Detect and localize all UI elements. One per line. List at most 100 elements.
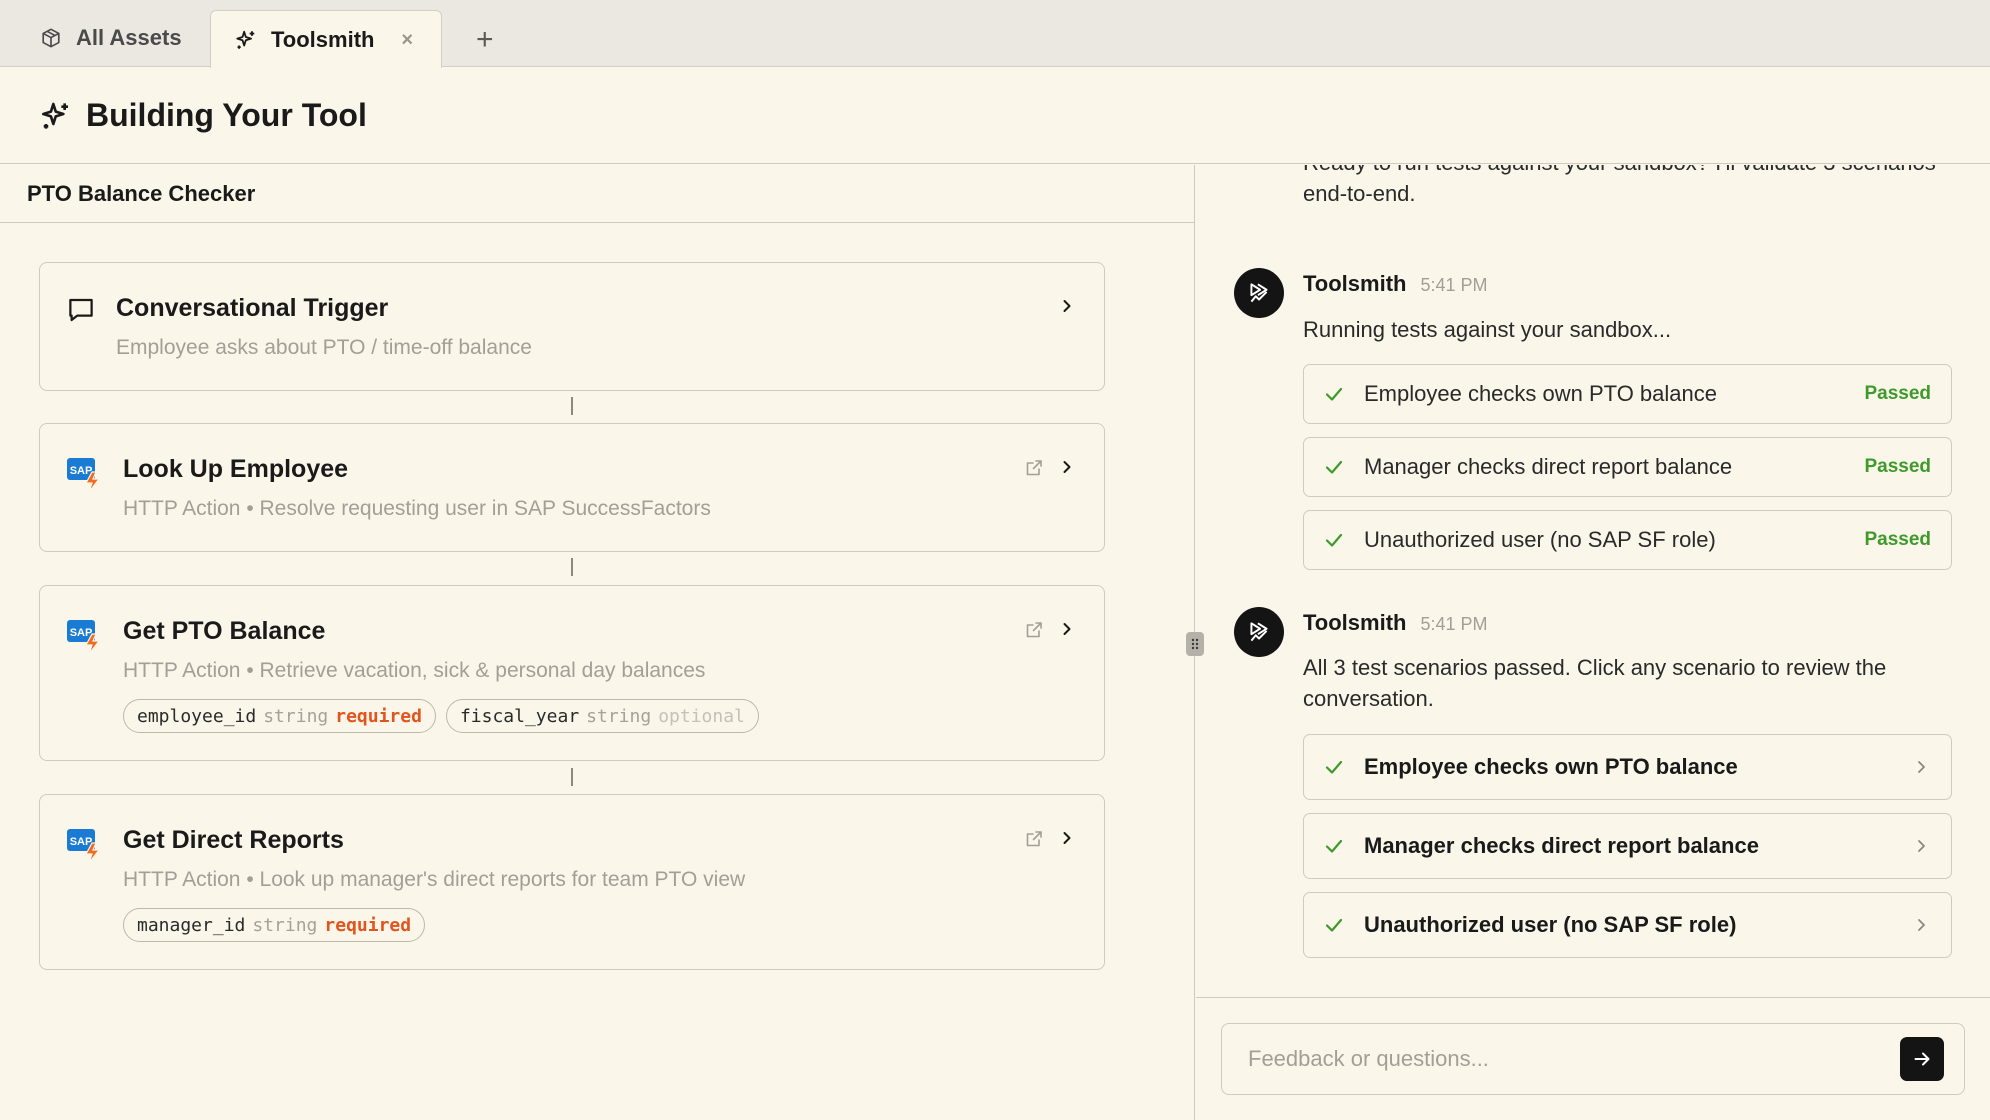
cube-icon <box>40 27 62 49</box>
message-text: Running tests against your sandbox... <box>1303 317 1672 342</box>
step-card-get-direct-reports[interactable]: SAP Get Direct Reports HTTP Action • Loo… <box>39 794 1105 970</box>
chevron-right-icon[interactable] <box>1060 299 1074 313</box>
param-chip[interactable]: manager_id string required <box>123 908 426 942</box>
param-name: employee_id <box>137 705 257 727</box>
message-header: Toolsmith 5:41 PM <box>1303 610 1488 636</box>
sparkle-icon <box>235 29 257 51</box>
toolsmith-avatar <box>1234 268 1284 318</box>
toolsmith-logo-icon <box>1250 622 1268 642</box>
chevron-right-icon <box>1915 918 1927 932</box>
step-connector <box>571 768 573 786</box>
step-subtitle: HTTP Action • Retrieve vacation, sick & … <box>123 659 706 682</box>
param-list: employee_id string required fiscal_year … <box>123 699 759 733</box>
step-card-look-up-employee[interactable]: SAP Look Up Employee HTTP Action • Resol… <box>39 423 1105 552</box>
chevron-right-icon <box>1915 760 1927 774</box>
step-subtitle: HTTP Action • Resolve requesting user in… <box>123 497 711 520</box>
workflow-name: PTO Balance Checker <box>0 165 1194 223</box>
test-result-row: Unauthorized user (no SAP SF role) Passe… <box>1303 510 1952 570</box>
arrow-right-icon <box>1914 1052 1930 1066</box>
param-list: manager_id string required <box>123 908 426 942</box>
scenario-label: Employee checks own PTO balance <box>1364 754 1738 779</box>
tab-toolsmith-label: Toolsmith <box>271 26 375 52</box>
svg-text:SAP: SAP <box>70 465 93 477</box>
previous-message-text: Ready to run tests against your sandbox?… <box>1303 165 1936 206</box>
param-type: string <box>252 914 318 936</box>
send-button[interactable] <box>1900 1037 1944 1081</box>
step-card-get-pto-balance[interactable]: SAP Get PTO Balance HTTP Action • Retrie… <box>39 585 1105 761</box>
chat-input-area <box>1196 997 1990 1120</box>
tab-all-assets-label: All Assets <box>76 25 182 50</box>
scenario-row[interactable]: Manager checks direct report balance <box>1303 813 1952 879</box>
scenario-label: Unauthorized user (no SAP SF role) <box>1364 912 1737 937</box>
svg-text:SAP: SAP <box>70 627 93 639</box>
chevron-right-icon <box>1915 839 1927 853</box>
toolsmith-avatar <box>1234 607 1284 657</box>
sparkle-icon <box>40 100 72 132</box>
step-subtitle: Employee asks about PTO / time-off balan… <box>116 336 532 359</box>
test-result-label: Employee checks own PTO balance <box>1364 381 1717 406</box>
param-name: fiscal_year <box>459 705 580 727</box>
message-header: Toolsmith 5:41 PM <box>1303 271 1488 297</box>
test-status-badge: Passed <box>1864 383 1931 404</box>
toolsmith-logo-icon <box>1250 283 1268 303</box>
check-icon <box>1324 757 1344 777</box>
chevron-right-icon[interactable] <box>1060 460 1074 474</box>
test-status-badge: Passed <box>1864 529 1931 550</box>
external-link-icon[interactable] <box>1024 620 1044 640</box>
message-author: Toolsmith <box>1303 271 1407 296</box>
message-timestamp: 5:41 PM <box>1420 614 1488 634</box>
check-icon <box>1324 384 1344 404</box>
message-author: Toolsmith <box>1303 610 1407 635</box>
test-status-badge: Passed <box>1864 456 1931 477</box>
check-icon <box>1324 530 1344 550</box>
page-header: Building Your Tool <box>0 68 1990 164</box>
check-icon <box>1324 457 1344 477</box>
param-type: string <box>263 705 329 727</box>
step-title: Look Up Employee <box>123 455 349 483</box>
external-link-icon[interactable] <box>1024 829 1044 849</box>
sap-logo: SAP <box>66 827 106 865</box>
close-tab-icon[interactable]: × <box>401 30 413 50</box>
step-title: Get Direct Reports <box>123 826 344 854</box>
feedback-box <box>1221 1023 1965 1095</box>
param-chip[interactable]: fiscal_year string optional <box>445 699 759 733</box>
step-subtitle: HTTP Action • Look up manager's direct r… <box>123 868 746 891</box>
message-timestamp: 5:41 PM <box>1420 275 1488 295</box>
scenario-row[interactable]: Employee checks own PTO balance <box>1303 734 1952 800</box>
step-card-conversational-trigger[interactable]: Conversational Trigger Employee asks abo… <box>39 262 1105 391</box>
step-title: Conversational Trigger <box>116 294 389 322</box>
param-chip[interactable]: employee_id string required <box>123 699 436 733</box>
scenario-label: Manager checks direct report balance <box>1364 833 1759 858</box>
sap-logo: SAP <box>66 456 106 494</box>
test-result-row: Employee checks own PTO balance Passed <box>1303 364 1952 424</box>
feedback-input[interactable] <box>1222 1024 1892 1093</box>
param-flag: optional <box>658 705 745 727</box>
step-connector <box>571 397 573 415</box>
scenario-row[interactable]: Unauthorized user (no SAP SF role) <box>1303 892 1952 958</box>
check-icon <box>1324 836 1344 856</box>
message-text: All 3 test scenarios passed. Click any s… <box>1303 655 1887 711</box>
tab-all-assets[interactable]: All Assets <box>40 18 182 58</box>
param-flag: required <box>335 705 422 727</box>
test-result-row: Manager checks direct report balance Pas… <box>1303 437 1952 497</box>
check-icon <box>1324 915 1344 935</box>
param-flag: required <box>324 914 412 936</box>
param-name: manager_id <box>137 914 246 936</box>
step-connector <box>571 558 573 576</box>
page-title: Building Your Tool <box>86 97 367 133</box>
chevron-right-icon[interactable] <box>1060 831 1074 845</box>
external-link-icon[interactable] <box>1024 458 1044 478</box>
svg-text:SAP: SAP <box>70 836 93 848</box>
chevron-right-icon[interactable] <box>1060 622 1074 636</box>
add-tab-button[interactable]: + <box>476 25 494 55</box>
workflow-panel: PTO Balance Checker Conversational Trigg… <box>0 165 1195 1120</box>
step-title: Get PTO Balance <box>123 617 326 645</box>
tab-bar: All Assets Toolsmith × + <box>0 0 1990 68</box>
param-type: string <box>586 705 652 727</box>
tab-toolsmith[interactable]: Toolsmith × <box>210 10 442 68</box>
test-result-label: Unauthorized user (no SAP SF role) <box>1364 527 1716 552</box>
sap-logo: SAP <box>66 618 106 656</box>
chat-bubble-icon <box>66 295 96 325</box>
chat-panel: Ready to run tests against your sandbox?… <box>1196 165 1990 1120</box>
test-result-label: Manager checks direct report balance <box>1364 454 1733 479</box>
